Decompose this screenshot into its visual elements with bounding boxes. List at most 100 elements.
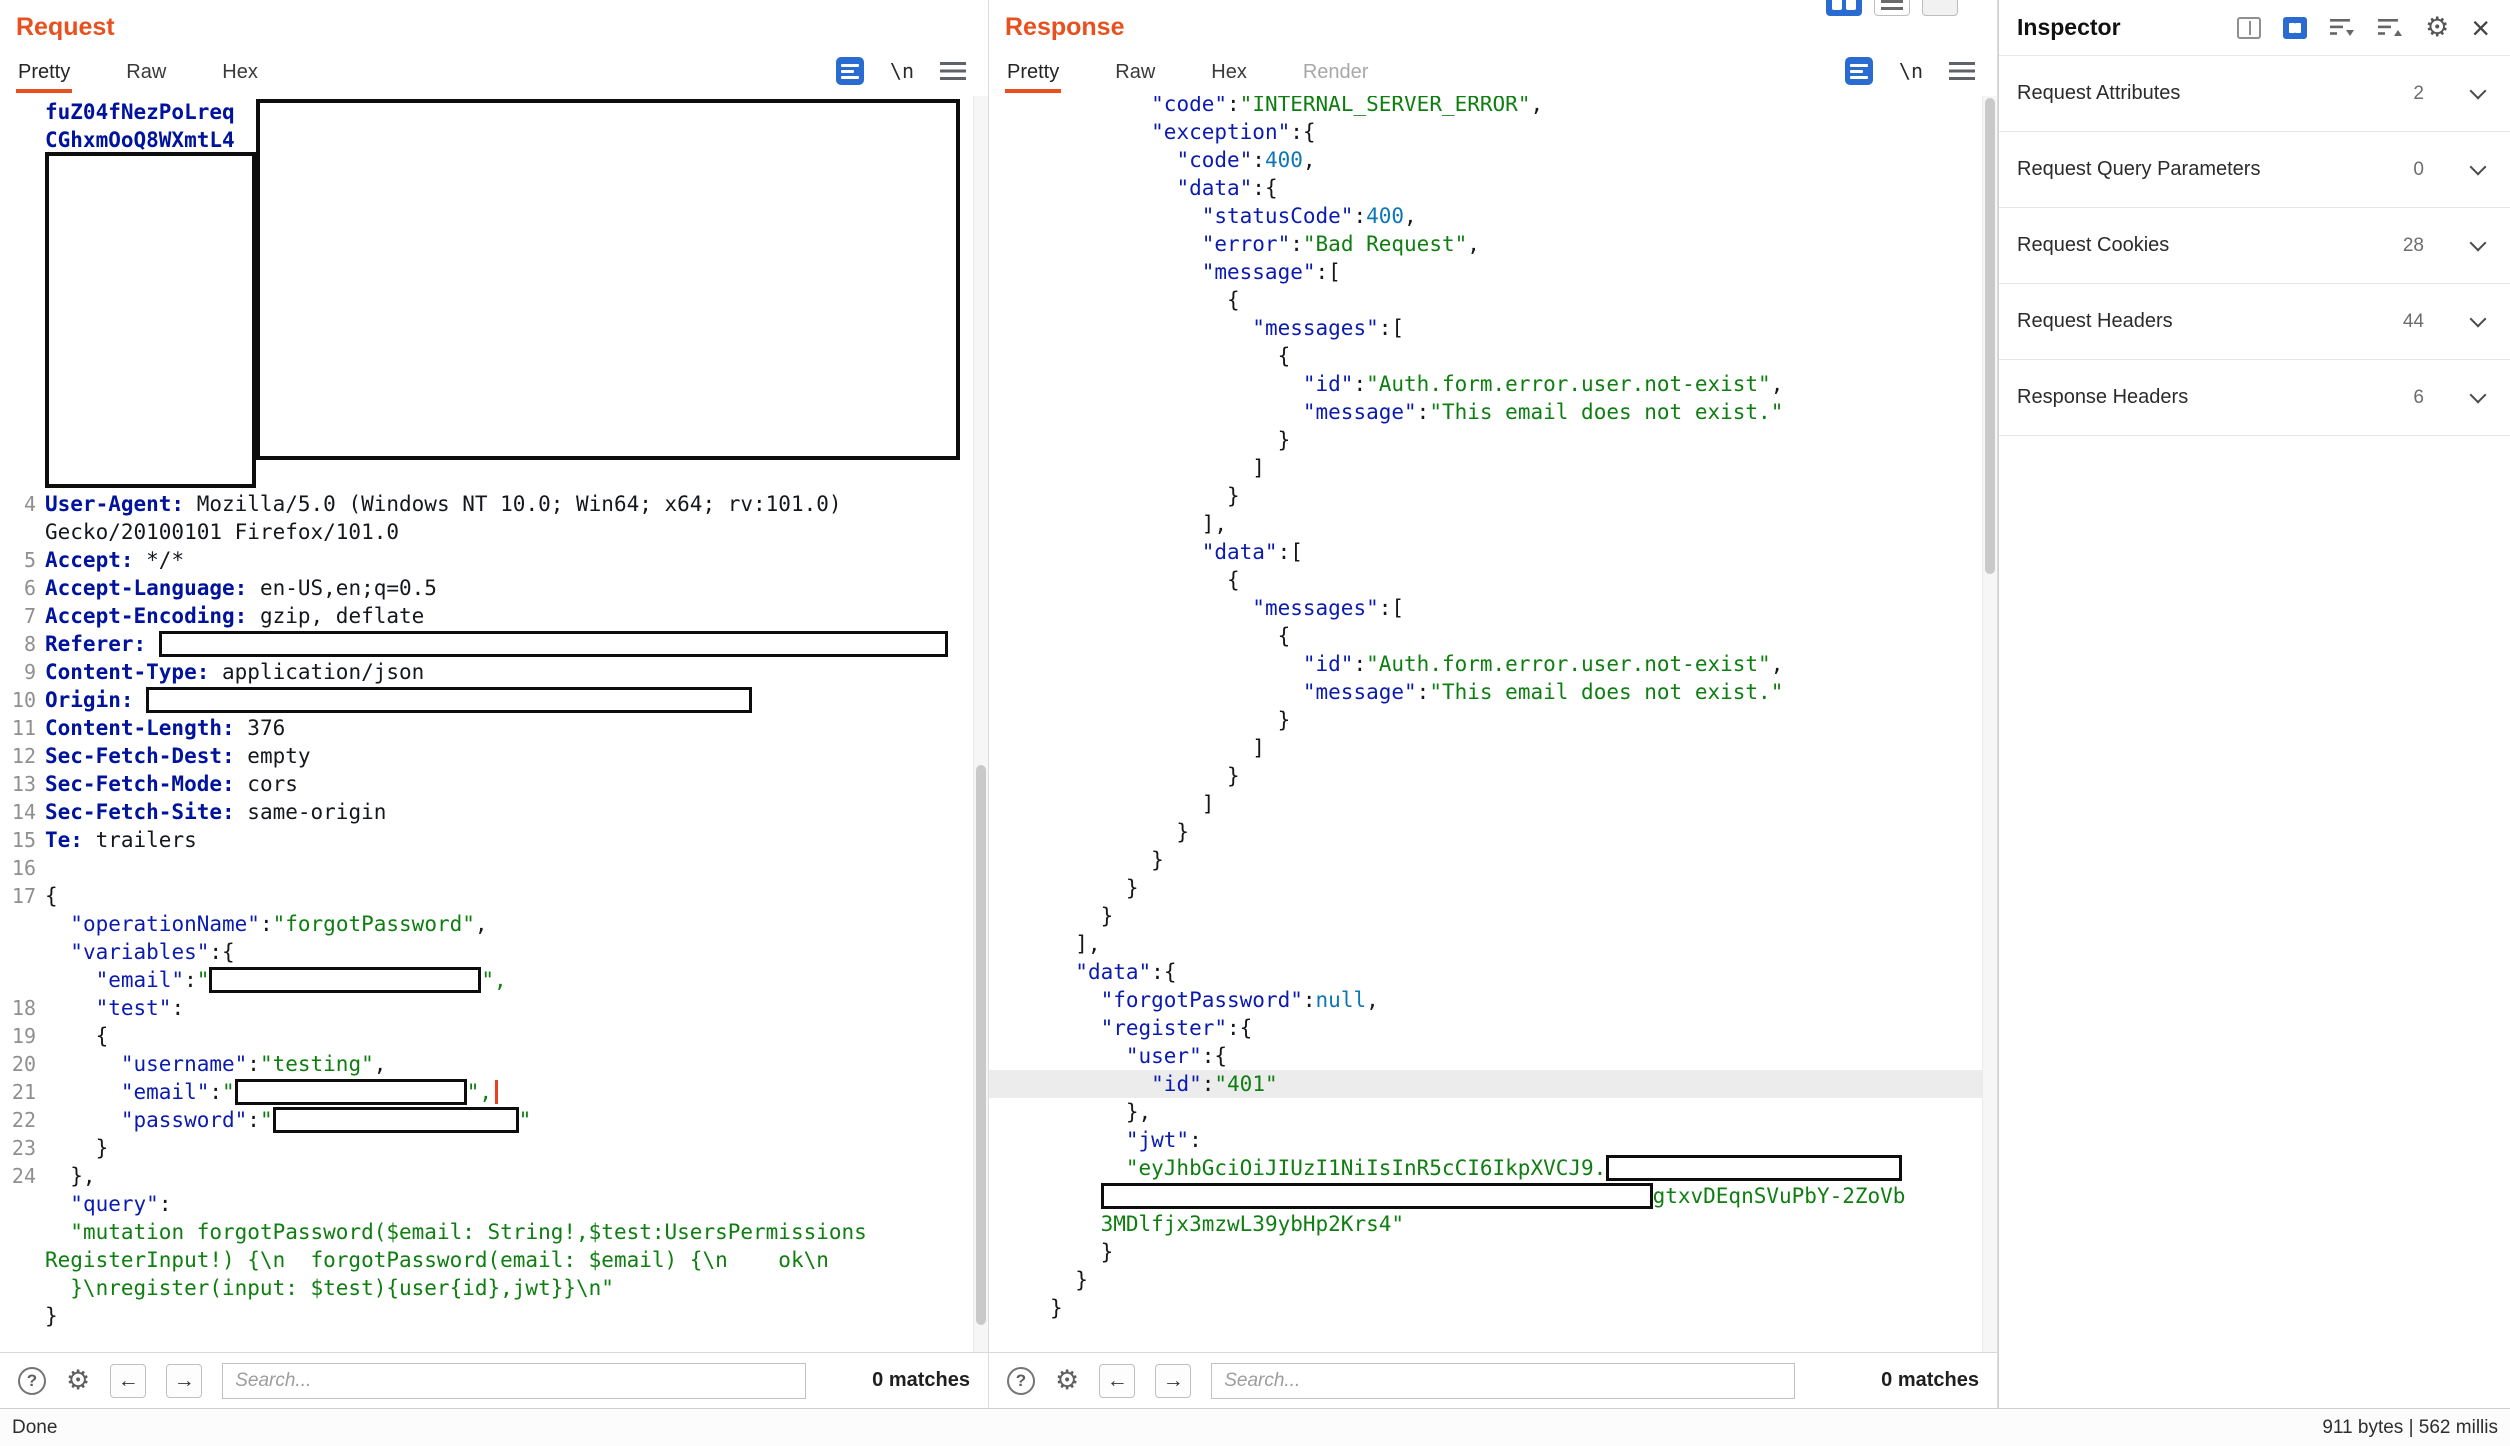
- code-line[interactable]: }: [989, 426, 1997, 454]
- panel-menu-icon[interactable]: [1949, 61, 1975, 81]
- code-line[interactable]: },: [989, 1098, 1997, 1126]
- code-line[interactable]: 13Sec-Fetch-Mode: cors: [0, 770, 988, 798]
- code-line[interactable]: "message":"This email does not exist.": [989, 678, 1997, 706]
- response-search-input[interactable]: [1211, 1363, 1795, 1399]
- inspector-section-request-headers[interactable]: Request Headers44: [1999, 284, 2510, 360]
- word-wrap-toggle-icon[interactable]: [836, 57, 864, 85]
- layout-tabs-icon[interactable]: [1922, 0, 1958, 16]
- code-line[interactable]: 4User-Agent: Mozilla/5.0 (Windows NT 10.…: [0, 490, 988, 518]
- request-editor[interactable]: fuZ04fNezPoLreqCGhxmOoQ8WXmtL44User-Agen…: [0, 96, 988, 1352]
- code-line[interactable]: 19 {: [0, 1022, 988, 1050]
- code-line[interactable]: Gecko/20100101 Firefox/101.0: [0, 518, 988, 546]
- code-line[interactable]: "message":"This email does not exist.": [989, 398, 1997, 426]
- response-viewer[interactable]: "code":"INTERNAL_SERVER_ERROR", "excepti…: [989, 96, 1997, 1352]
- code-line[interactable]: }: [989, 1266, 1997, 1294]
- inspector-section-response-headers[interactable]: Response Headers6: [1999, 360, 2510, 436]
- search-prev-button[interactable]: ←: [110, 1364, 146, 1398]
- code-line[interactable]: "code":"INTERNAL_SERVER_ERROR",: [989, 96, 1997, 118]
- code-line[interactable]: {: [989, 622, 1997, 650]
- code-line[interactable]: 21 "email":"",: [0, 1078, 988, 1106]
- request-scrollbar-thumb[interactable]: [976, 765, 986, 1325]
- code-line[interactable]: 14Sec-Fetch-Site: same-origin: [0, 798, 988, 826]
- expand-all-icon[interactable]: [2377, 17, 2403, 39]
- code-line[interactable]: 7Accept-Encoding: gzip, deflate: [0, 602, 988, 630]
- code-line[interactable]: "register":{: [989, 1014, 1997, 1042]
- code-line[interactable]: "mutation forgotPassword($email: String!…: [0, 1218, 988, 1246]
- inspector-section-request-attributes[interactable]: Request Attributes2: [1999, 56, 2510, 132]
- code-line[interactable]: 3MDlfjx3mzwL39ybHp2Krs4": [989, 1210, 1997, 1238]
- help-icon[interactable]: ?: [18, 1367, 46, 1395]
- code-line[interactable]: ],: [989, 930, 1997, 958]
- code-line[interactable]: 10Origin:: [0, 686, 988, 714]
- search-settings-gear-icon[interactable]: ⚙: [66, 1367, 90, 1394]
- inspector-section-request-query-parameters[interactable]: Request Query Parameters0: [1999, 132, 2510, 208]
- chevron-down-icon[interactable]: [2470, 234, 2487, 251]
- inspector-section-request-cookies[interactable]: Request Cookies28: [1999, 208, 2510, 284]
- tab-hex[interactable]: Hex: [220, 52, 260, 93]
- chevron-down-icon[interactable]: [2470, 310, 2487, 327]
- code-line[interactable]: 16: [0, 854, 988, 882]
- code-line[interactable]: 12Sec-Fetch-Dest: empty: [0, 742, 988, 770]
- help-icon[interactable]: ?: [1007, 1367, 1035, 1395]
- code-line[interactable]: {: [989, 286, 1997, 314]
- code-line[interactable]: "user":{: [989, 1042, 1997, 1070]
- search-settings-gear-icon[interactable]: ⚙: [1055, 1367, 1079, 1394]
- code-line[interactable]: 5Accept: */*: [0, 546, 988, 574]
- code-line[interactable]: "operationName":"forgotPassword",: [0, 910, 988, 938]
- code-line[interactable]: "data":{: [989, 958, 1997, 986]
- code-line[interactable]: 20 "username":"testing",: [0, 1050, 988, 1078]
- tab-pretty[interactable]: Pretty: [16, 52, 72, 93]
- panel-menu-icon[interactable]: [940, 61, 966, 81]
- tab-pretty[interactable]: Pretty: [1005, 52, 1061, 93]
- code-line[interactable]: }: [0, 1302, 988, 1330]
- code-line[interactable]: 24 },: [0, 1162, 988, 1190]
- code-line[interactable]: 9Content-Type: application/json: [0, 658, 988, 686]
- inspector-dock-icon[interactable]: [2237, 17, 2261, 39]
- search-next-button[interactable]: →: [1155, 1364, 1191, 1398]
- code-line[interactable]: 23 }: [0, 1134, 988, 1162]
- code-line[interactable]: "email":"",: [0, 966, 988, 994]
- code-line[interactable]: }\nregister(input: $test){user{id},jwt}}…: [0, 1274, 988, 1302]
- collapse-all-icon[interactable]: [2329, 17, 2355, 39]
- code-line[interactable]: "data":{: [989, 174, 1997, 202]
- code-line[interactable]: 6Accept-Language: en-US,en;q=0.5: [0, 574, 988, 602]
- code-line[interactable]: RegisterInput!) {\n forgotPassword(email…: [0, 1246, 988, 1274]
- code-line[interactable]: "variables":{: [0, 938, 988, 966]
- tab-raw[interactable]: Raw: [124, 52, 168, 93]
- code-line[interactable]: }: [989, 1294, 1997, 1322]
- code-line[interactable]: 17{: [0, 882, 988, 910]
- code-line[interactable]: "message":[: [989, 258, 1997, 286]
- code-line[interactable]: 8Referer:: [0, 630, 988, 658]
- inspector-split-view-icon[interactable]: [2283, 17, 2307, 39]
- code-line[interactable]: "code":400,: [989, 146, 1997, 174]
- code-line[interactable]: "data":[: [989, 538, 1997, 566]
- code-line[interactable]: }: [989, 482, 1997, 510]
- tab-hex[interactable]: Hex: [1209, 52, 1249, 93]
- code-line[interactable]: }: [989, 874, 1997, 902]
- response-scrollbar[interactable]: [1982, 96, 1997, 1352]
- code-line[interactable]: ]: [989, 734, 1997, 762]
- code-line[interactable]: 11Content-Length: 376: [0, 714, 988, 742]
- search-prev-button[interactable]: ←: [1099, 1364, 1135, 1398]
- code-line[interactable]: "query":: [0, 1190, 988, 1218]
- code-line[interactable]: "forgotPassword":null,: [989, 986, 1997, 1014]
- code-line[interactable]: gtxvDEqnSVuPbY-2ZoVb: [989, 1182, 1997, 1210]
- code-line[interactable]: }: [989, 818, 1997, 846]
- response-scrollbar-thumb[interactable]: [1985, 98, 1995, 574]
- code-line[interactable]: 15Te: trailers: [0, 826, 988, 854]
- code-line[interactable]: "id":"Auth.form.error.user.not-exist",: [989, 650, 1997, 678]
- code-line[interactable]: "messages":[: [989, 314, 1997, 342]
- chevron-down-icon[interactable]: [2470, 386, 2487, 403]
- layout-side-by-side-icon[interactable]: [1826, 0, 1862, 16]
- chevron-down-icon[interactable]: [2470, 158, 2487, 175]
- code-line[interactable]: ]: [989, 790, 1997, 818]
- word-wrap-toggle-icon[interactable]: [1845, 57, 1873, 85]
- tab-render[interactable]: Render: [1301, 52, 1371, 93]
- code-line[interactable]: ]: [989, 454, 1997, 482]
- search-next-button[interactable]: →: [166, 1364, 202, 1398]
- code-line[interactable]: }: [989, 846, 1997, 874]
- code-line[interactable]: "id":"401": [989, 1070, 1997, 1098]
- code-line[interactable]: 18 "test":: [0, 994, 988, 1022]
- show-newlines-toggle[interactable]: \n: [890, 59, 914, 83]
- tab-raw[interactable]: Raw: [1113, 52, 1157, 93]
